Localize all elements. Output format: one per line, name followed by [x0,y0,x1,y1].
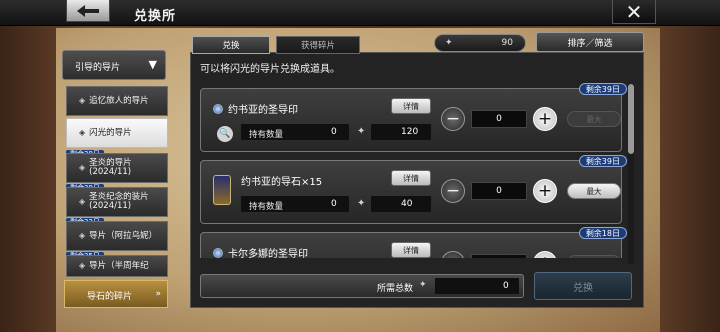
sidebar: 引导的导片 ▼ ◈ 追忆旅人的导片 ◈ 闪光的导片 剩余39日 ◈ 圣炎的导片 … [62,46,170,308]
sidebar-parent-category[interactable]: 引导的导片 ▼ [62,50,166,80]
cost-value: 40 [401,199,413,209]
item-card: 剩余18日 卡尔多娜的圣导印 详情 − 0 + 最大 [200,227,627,258]
guide-fragment-icon: ✦ [419,280,427,290]
item-name: 约书亚的导石×15 [241,173,322,188]
item-name-text: 约书亚的圣导印 [228,105,298,116]
details-button[interactable]: 详情 [391,98,431,114]
max-button[interactable]: 最大 [567,255,621,258]
quantity-value: 0 [471,182,527,200]
decrease-button[interactable]: − [441,251,465,258]
diamond-icon: ◈ [79,196,86,206]
sidebar-item-label: 闪光的导片 [89,127,132,138]
increase-button[interactable]: + [533,251,557,258]
decrease-button[interactable]: − [441,179,465,203]
guide-fragment-icon: ✦ [357,126,366,137]
time-remaining-badge: 剩余39日 [578,155,627,167]
item-name: 约书亚的圣导印 [213,101,298,116]
back-button[interactable] [66,0,110,22]
total-cost-bar: 所需总数 ✦ 0 [200,274,524,298]
sidebar-item-label: 导石的碎片 [87,292,133,302]
sidebar-item-traveler-memory[interactable]: ◈ 追忆旅人的导片 [66,86,168,116]
sidebar-item-label: 圣炎纪念的装片 (2024/11) [89,192,149,211]
max-button[interactable]: 最大 [567,183,621,199]
close-button[interactable]: ✕ [612,0,656,24]
diamond-icon: ◈ [79,162,86,172]
sidebar-item-holy-flame-memorial[interactable]: ◈ 圣炎纪念的装片 (2024/11) [66,187,168,217]
cost-value: 120 [401,127,419,137]
sidebar-item-label: 导片（阿拉乌妮） [89,230,158,241]
seal-gem-icon [213,247,223,258]
back-arrow-icon [77,4,99,17]
item-list-scrollbar[interactable] [628,84,634,264]
chevron-right-icon: » [155,289,161,299]
item-list: 剩余39日 约书亚的圣导印 详情 🔍 持有数量 0 ✦ 120 − 0 + 最大… [196,80,636,258]
item-name-text: 卡尔多娜的圣导印 [228,249,308,258]
total-cost-value: 0 [503,281,509,291]
exchange-hint-text: 可以将闪光的导片兑换成道具。 [200,64,340,75]
sort-filter-button[interactable]: 排序／筛选 [536,32,644,52]
sidebar-item-holy-flame[interactable]: ◈ 圣炎的导片 (2024/11) [66,153,168,183]
decrease-button[interactable]: − [441,107,465,131]
item-card: 剩余39日 约书亚的圣导印 详情 🔍 持有数量 0 ✦ 120 − 0 + 最大 [200,83,627,152]
guide-fragment-icon: ✦ [357,198,366,209]
details-button[interactable]: 详情 [391,170,431,186]
sidebar-item-label: 追忆旅人的导片 [89,95,149,106]
exchange-button[interactable]: 兑换 [534,272,632,300]
sidebar-item-label: 导片（半周年纪 [89,260,149,271]
details-button[interactable]: 详情 [391,242,431,258]
chevron-down-icon: ▼ [148,58,157,71]
sidebar-item-half-anniversary[interactable]: ◈ 导片（半周年纪 [66,255,168,277]
sidebar-item-shining-guide[interactable]: ◈ 闪光的导片 [66,118,168,148]
quantity-value: 0 [471,254,527,258]
close-icon: ✕ [625,0,643,24]
currency-display: ✦ 90 [434,34,526,52]
page-title: 兑换所 [134,9,177,24]
quantity-value: 0 [471,110,527,128]
item-name: 卡尔多娜的圣导印 [213,245,308,258]
diamond-icon: ◈ [79,127,86,137]
diamond-icon: ◈ [79,95,86,105]
character-portrait-icon [213,175,231,205]
sidebar-item-guidestone-fragment[interactable]: 导石的碎片 » [64,280,168,308]
diamond-icon: ◈ [79,260,86,270]
increase-button[interactable]: + [533,107,557,131]
guide-fragment-icon: ✦ [445,38,453,48]
item-card: 剩余39日 约书亚的导石×15 详情 持有数量 0 ✦ 40 − 0 + 最大 [200,155,627,224]
max-button[interactable]: 最大 [567,111,621,127]
owned-count-value: 0 [331,199,337,209]
increase-button[interactable]: + [533,179,557,203]
currency-amount: 90 [501,38,513,48]
tab-exchange[interactable]: 兑换 [192,36,270,54]
search-icon[interactable]: 🔍 [217,126,233,142]
tab-obtain-fragments[interactable]: 获得碎片 [276,36,360,54]
title-bar: 兑换所 ✕ [0,0,720,26]
seal-gem-icon [213,103,223,114]
diamond-icon: ◈ [79,230,86,240]
item-name-text: 约书亚的导石×15 [241,177,323,188]
total-cost-label: 所需总数 [377,284,414,294]
sidebar-item-alawune[interactable]: ◈ 导片（阿拉乌妮） [66,221,168,251]
sidebar-parent-label: 引导的导片 [75,63,121,73]
owned-count-label: 持有数量 [249,130,284,140]
time-remaining-badge: 剩余18日 [578,227,627,239]
time-remaining-badge: 剩余39日 [578,83,627,95]
sidebar-item-label: 圣炎的导片 (2024/11) [89,158,132,177]
owned-count-label: 持有数量 [249,202,284,212]
owned-count-value: 0 [331,127,337,137]
scrollbar-thumb[interactable] [628,84,634,154]
